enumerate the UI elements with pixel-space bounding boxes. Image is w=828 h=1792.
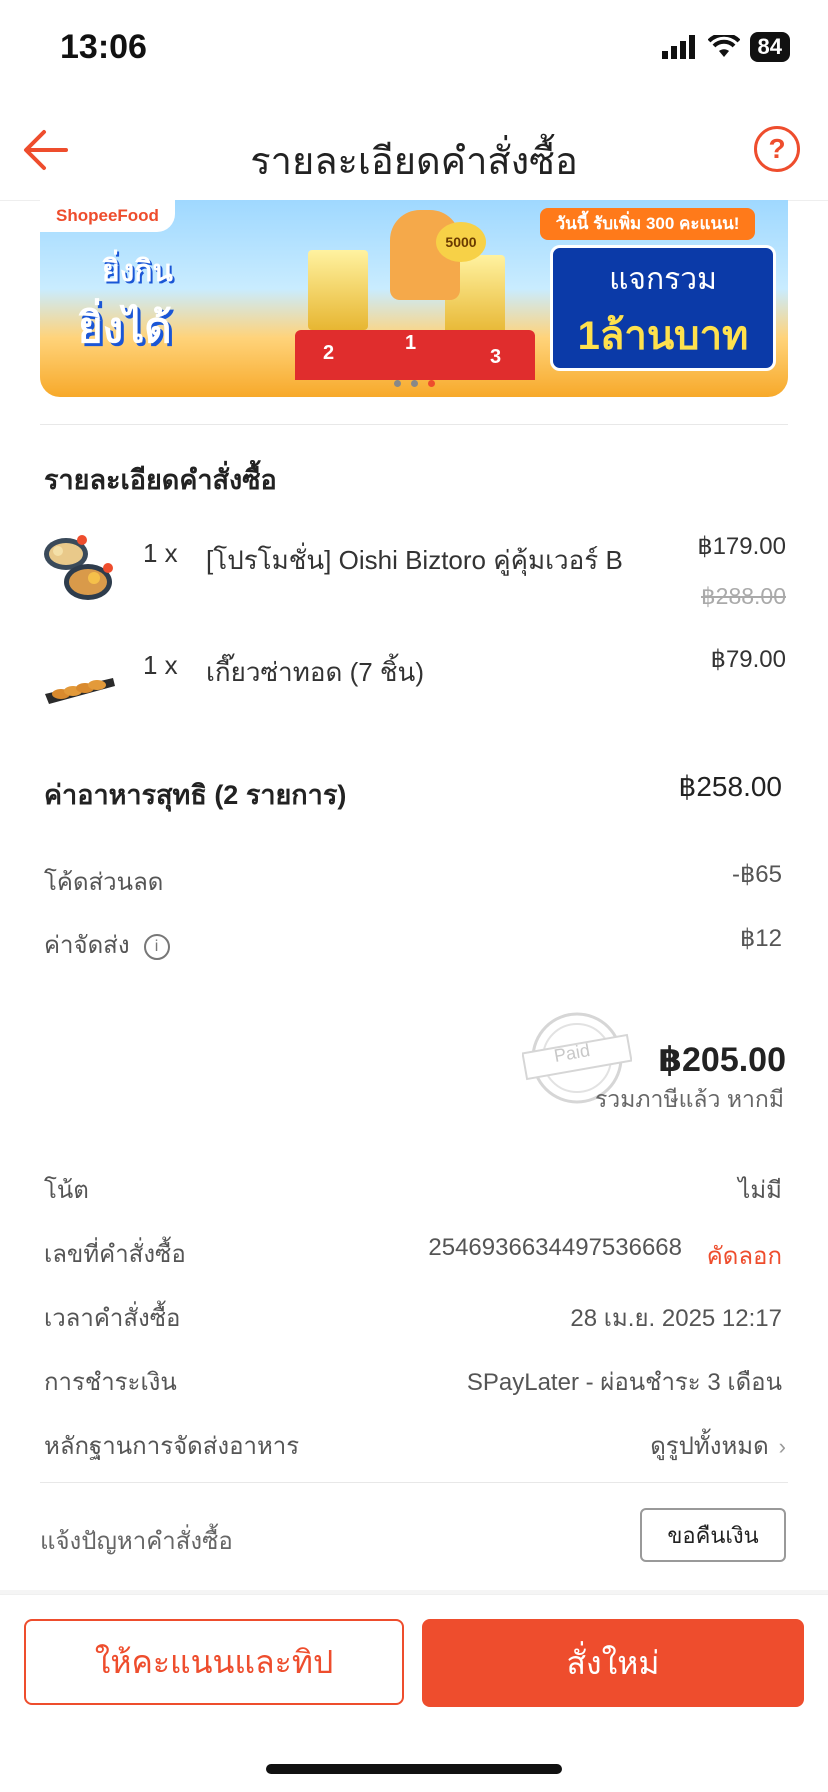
coins-badge: 5000	[436, 222, 486, 262]
carousel-dots	[40, 380, 788, 387]
banner-slogan: ยิ่งกิน ยิ่งได้	[78, 248, 228, 358]
delivery-proof-label: หลักฐานการจัดส่งอาหาร	[44, 1433, 300, 1460]
podium-1: 1	[405, 332, 417, 354]
view-all-photos-label: ดูรูปทั้งหมด	[650, 1433, 769, 1460]
promo-line1: แจกรวม	[609, 263, 717, 296]
item-price: ฿179.00	[697, 533, 786, 560]
order-number-label: เลขที่คำสั่งซื้อ	[44, 1241, 186, 1268]
status-time: 13:06	[60, 28, 147, 66]
podium-3: 3	[490, 346, 502, 368]
reorder-button[interactable]: สั่งใหม่	[422, 1619, 804, 1707]
item-qty: 1 x	[143, 650, 178, 680]
report-problem-label[interactable]: แจ้งปัญหาคำสั่งซื้อ	[40, 1521, 233, 1560]
podium: 2 1 3	[295, 330, 535, 380]
shopeefood-logo: ShopeeFood	[40, 200, 175, 232]
discount-value: -฿65	[732, 861, 782, 888]
delivery-fee-value: ฿12	[740, 925, 782, 952]
discount-label: โค้ดส่วนลด	[44, 869, 164, 896]
item-original-price: ฿288.00	[701, 583, 786, 609]
promo-line2: 1ล้านบาท	[577, 314, 749, 358]
order-time-value: 28 เม.ย. 2025 12:17	[570, 1305, 782, 1332]
home-indicator[interactable]	[266, 1764, 562, 1774]
cellular-signal-icon	[661, 35, 695, 59]
view-all-photos-link[interactable]: ดูรูปทั้งหมด ›	[650, 1426, 786, 1465]
slogan-line2: ยิ่งได้	[78, 304, 172, 351]
food-image-ramen	[44, 535, 113, 600]
delivery-fee-row: ค่าจัดส่ง i	[44, 925, 170, 964]
item-qty: 1 x	[143, 538, 178, 568]
total-value: ฿205.00	[658, 1041, 786, 1079]
payment-value: SPayLater - ผ่อนชำระ 3 เดือน	[466, 1369, 782, 1396]
rate-and-tip-button[interactable]: ให้คะแนนและทิป	[24, 1619, 404, 1705]
item-name: เกี๊ยวซ่าทอด (7 ชิ้น)	[206, 657, 424, 687]
promo-banner[interactable]: ShopeeFood ยิ่งกิน ยิ่งได้ 5000 2 1 3 วั…	[40, 200, 788, 397]
order-section-title: รายละเอียดคำสั่งซื้อ	[44, 465, 277, 495]
status-icons: 84	[661, 32, 790, 62]
delivery-fee-label: ค่าจัดส่ง	[44, 932, 130, 959]
food-image-gyoza	[45, 678, 115, 704]
podium-2: 2	[323, 342, 335, 364]
note-label: โน้ต	[44, 1177, 89, 1204]
carousel-dot[interactable]	[393, 380, 401, 387]
header: รายละเอียดคำสั่งซื้อ ?	[0, 100, 828, 201]
info-icon[interactable]: i	[143, 933, 170, 960]
order-time-label: เวลาคำสั่งซื้อ	[44, 1305, 181, 1332]
item-name: [โปรโมชั่น] Oishi Biztoro คู่คุ้มเวอร์ B	[206, 545, 623, 575]
order-number-value: 2546936634497536668	[428, 1234, 682, 1261]
subtotal-label: ค่าอาหารสุทธิ (2 รายการ)	[44, 780, 347, 810]
divider	[40, 424, 788, 425]
item-price: ฿79.00	[710, 646, 786, 673]
page-title: รายละเอียดคำสั่งซื้อ	[250, 141, 578, 183]
refund-button[interactable]: ขอคืนเงิน	[640, 1508, 786, 1562]
gold-bar-left	[308, 250, 368, 330]
bottom-action-bar: ให้คะแนนและทิป สั่งใหม่	[0, 1594, 828, 1709]
promo-top-label: วันนี้ รับเพิ่ม 300 คะแนน!	[540, 208, 755, 240]
carousel-dot[interactable]	[410, 380, 418, 387]
promo-box: แจกรวม 1ล้านบาท	[550, 245, 776, 371]
subtotal-value: ฿258.00	[678, 771, 782, 802]
slogan-line1: ยิ่งกิน	[102, 255, 173, 288]
wifi-icon	[707, 35, 740, 57]
copy-order-number-button[interactable]: คัดลอก	[707, 1236, 782, 1275]
note-value: ไม่มี	[738, 1177, 782, 1204]
battery-indicator: 84	[749, 32, 790, 62]
help-icon[interactable]: ?	[754, 126, 800, 172]
chevron-right-icon: ›	[778, 1434, 786, 1459]
total-note: รวมภาษีแล้ว หากมี	[594, 1086, 784, 1112]
divider	[40, 1482, 788, 1483]
carousel-dot-active[interactable]	[427, 380, 435, 387]
payment-label: การชำระเงิน	[44, 1369, 177, 1396]
